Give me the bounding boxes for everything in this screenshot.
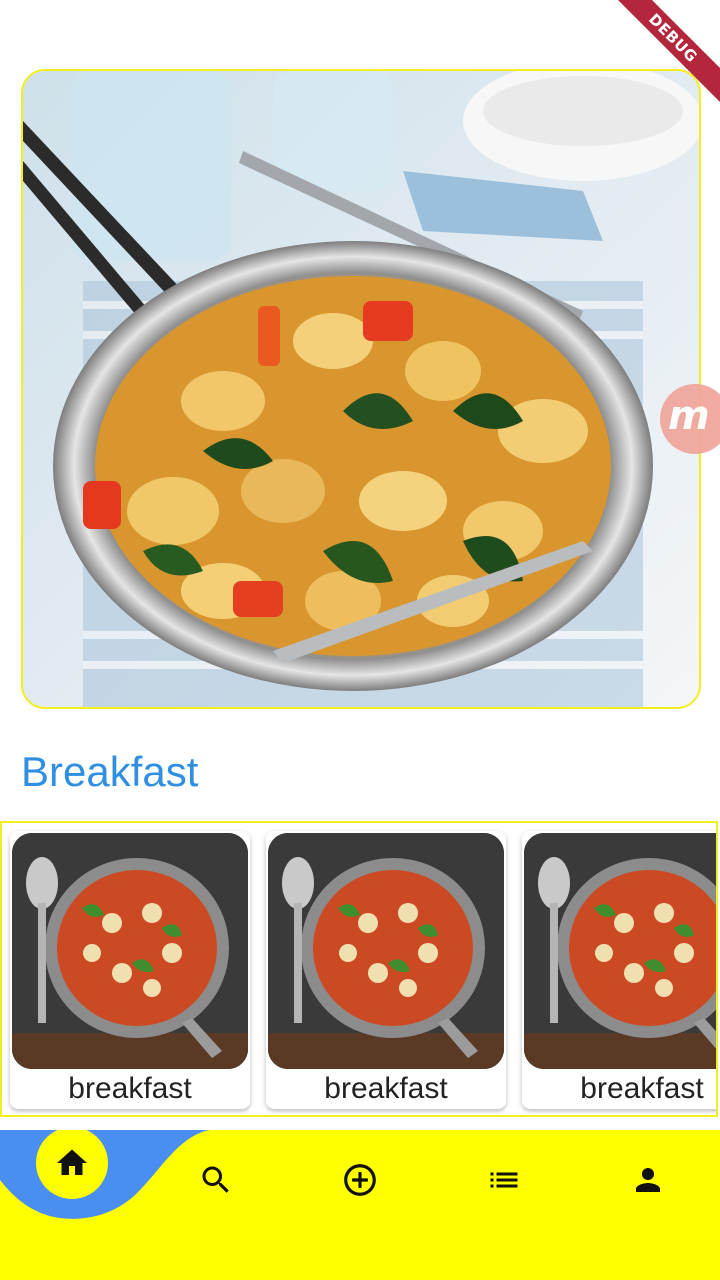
search-icon xyxy=(202,1166,229,1193)
hero-image[interactable] xyxy=(21,69,701,709)
m-logo-icon: m xyxy=(668,393,710,439)
home-icon xyxy=(57,1149,87,1175)
nav-profile-button[interactable] xyxy=(628,1160,668,1200)
list-icon xyxy=(490,1172,518,1188)
food-photo-icon xyxy=(524,833,716,1069)
nav-home-button[interactable] xyxy=(36,1130,108,1199)
nav-add-button[interactable] xyxy=(340,1160,380,1200)
recipe-card[interactable]: breakfast xyxy=(266,831,506,1109)
nav-search-button[interactable] xyxy=(196,1160,236,1200)
recipe-carousel[interactable]: breakfast breakfast breakfast xyxy=(0,821,718,1117)
food-photo-icon xyxy=(12,833,248,1069)
section-title: Breakfast xyxy=(21,748,199,795)
recipe-card[interactable]: breakfast xyxy=(10,831,250,1109)
recipe-label: breakfast xyxy=(324,1072,448,1105)
nav-list-button[interactable] xyxy=(484,1160,524,1200)
bottom-navigation-bar xyxy=(0,1130,720,1280)
recipe-label: breakfast xyxy=(580,1072,704,1105)
recipe-card[interactable]: breakfast xyxy=(522,831,716,1109)
person-icon xyxy=(636,1168,660,1192)
app-screen: DEBUG m Breakfast breakfast breakfast br… xyxy=(0,0,720,1280)
add-circle-icon xyxy=(344,1164,376,1196)
food-photo-icon xyxy=(268,833,504,1069)
food-photo-icon xyxy=(23,71,699,707)
recipe-label: breakfast xyxy=(68,1072,192,1105)
